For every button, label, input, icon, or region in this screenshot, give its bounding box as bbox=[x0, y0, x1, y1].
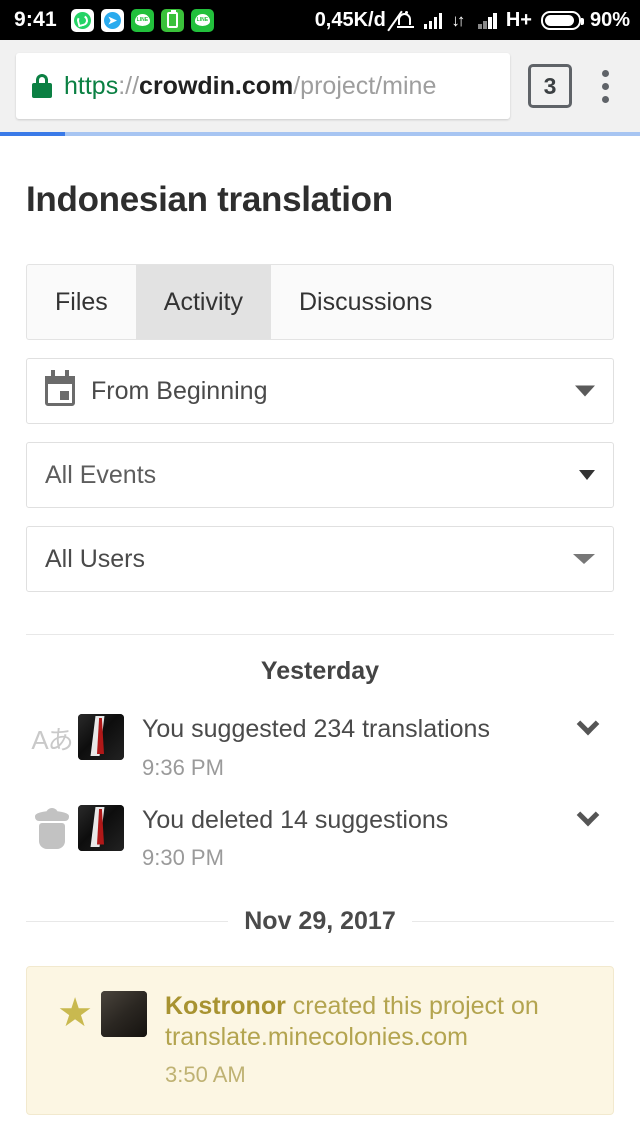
avatar bbox=[101, 991, 147, 1037]
kebab-menu-icon[interactable] bbox=[586, 64, 624, 108]
activity-item[interactable]: Aあ You suggested 234 translations 9:36 P… bbox=[26, 700, 614, 791]
divider-line-left bbox=[26, 921, 229, 922]
tab-discussions[interactable]: Discussions bbox=[271, 265, 460, 339]
battery-saver-icon bbox=[160, 8, 184, 32]
star-icon: ★ bbox=[57, 991, 93, 1035]
bell-muted-icon bbox=[387, 10, 415, 31]
activity-body: You suggested 234 translations 9:36 PM bbox=[142, 714, 562, 781]
group-label-date: Nov 29, 2017 bbox=[26, 881, 614, 944]
activity-item[interactable]: You deleted 14 suggestions 9:30 PM bbox=[26, 791, 614, 882]
highlight-card-text: Kostronor created this project on transl… bbox=[165, 991, 591, 1052]
highlight-card-author[interactable]: Kostronor bbox=[165, 992, 286, 1020]
event-type-select[interactable]: All Events bbox=[26, 442, 614, 508]
avatar bbox=[78, 804, 124, 851]
telegram-icon: ➤ bbox=[100, 8, 124, 32]
tab-files[interactable]: Files bbox=[27, 265, 136, 339]
progress-fill bbox=[0, 132, 65, 136]
chevron-down-icon-2 bbox=[579, 470, 595, 480]
line-icon: LINE bbox=[130, 8, 154, 32]
status-bar: 9:41 ➤ LINE LINE 0,45K/d ↓↑ H+ 90% bbox=[0, 0, 640, 40]
calendar-icon bbox=[45, 370, 75, 406]
status-clock: 9:41 bbox=[14, 8, 57, 31]
address-bar[interactable]: https://crowdin.com/project/mine bbox=[16, 53, 510, 119]
battery-icon bbox=[540, 10, 584, 30]
page-load-progress-bar bbox=[0, 132, 640, 136]
chevron-down-icon[interactable] bbox=[562, 712, 614, 736]
browser-toolbar: https://crowdin.com/project/mine 3 bbox=[0, 40, 640, 132]
highlight-activity-card[interactable]: ★ Kostronor created this project on tran… bbox=[26, 966, 614, 1115]
signal-bars-sim1-icon bbox=[423, 12, 443, 29]
avatar bbox=[78, 714, 124, 760]
tab-counter-button[interactable]: 3 bbox=[528, 64, 572, 108]
project-tabs: Files Activity Discussions bbox=[26, 264, 614, 340]
group-label-yesterday: Yesterday bbox=[260, 657, 380, 685]
data-rate-label: 0,45K/d bbox=[314, 8, 386, 31]
url-scheme: https bbox=[64, 71, 119, 100]
url-text: https://crowdin.com/project/mine bbox=[64, 72, 436, 101]
status-notification-icons: ➤ LINE LINE bbox=[70, 8, 214, 32]
highlight-card-time: 3:50 AM bbox=[165, 1062, 246, 1087]
activity-text: You suggested 234 translations bbox=[142, 715, 490, 743]
highlight-card-body: Kostronor created this project on transl… bbox=[165, 991, 591, 1088]
chevron-down-icon bbox=[575, 385, 595, 397]
user-value: All Users bbox=[45, 544, 146, 573]
battery-percent-label: 90% bbox=[589, 8, 630, 31]
line-icon-2: LINE bbox=[190, 8, 214, 32]
network-type-label: H+ bbox=[505, 8, 532, 31]
whatsapp-icon bbox=[70, 8, 94, 32]
date-range-value: From Beginning bbox=[91, 376, 268, 405]
activity-time: 9:30 PM bbox=[142, 845, 224, 870]
activity-time: 9:36 PM bbox=[142, 754, 224, 780]
page-title: Indonesian translation bbox=[26, 180, 393, 219]
chevron-down-icon[interactable] bbox=[562, 803, 614, 826]
translate-icon: Aあ bbox=[26, 714, 78, 757]
activity-text: You deleted 14 suggestions bbox=[142, 805, 449, 834]
lock-icon bbox=[32, 74, 52, 98]
url-separator: :// bbox=[118, 71, 140, 100]
page-content: Indonesian translation Files Activity Di… bbox=[0, 136, 640, 1115]
url-path: /project/mine bbox=[293, 71, 437, 100]
trash-icon bbox=[26, 805, 78, 849]
date-range-select[interactable]: From Beginning bbox=[26, 358, 614, 424]
user-select[interactable]: All Users bbox=[26, 526, 614, 592]
tab-activity[interactable]: Activity bbox=[135, 265, 271, 339]
divider-line-right bbox=[411, 921, 614, 922]
url-host: crowdin.com bbox=[139, 71, 294, 100]
event-type-value: All Events bbox=[45, 460, 157, 489]
translate-icon-glyph: Aあ bbox=[31, 725, 73, 755]
status-system-icons: 0,45K/d ↓↑ H+ 90% bbox=[315, 9, 630, 32]
tab-filler bbox=[460, 265, 613, 339]
group-date-text: Nov 29, 2017 bbox=[244, 907, 396, 935]
chevron-down-icon-3 bbox=[573, 554, 595, 564]
data-transfer-icon: ↓↑ bbox=[451, 10, 465, 30]
signal-bars-sim2-icon bbox=[478, 12, 497, 29]
activity-body: You deleted 14 suggestions 9:30 PM bbox=[142, 805, 562, 872]
